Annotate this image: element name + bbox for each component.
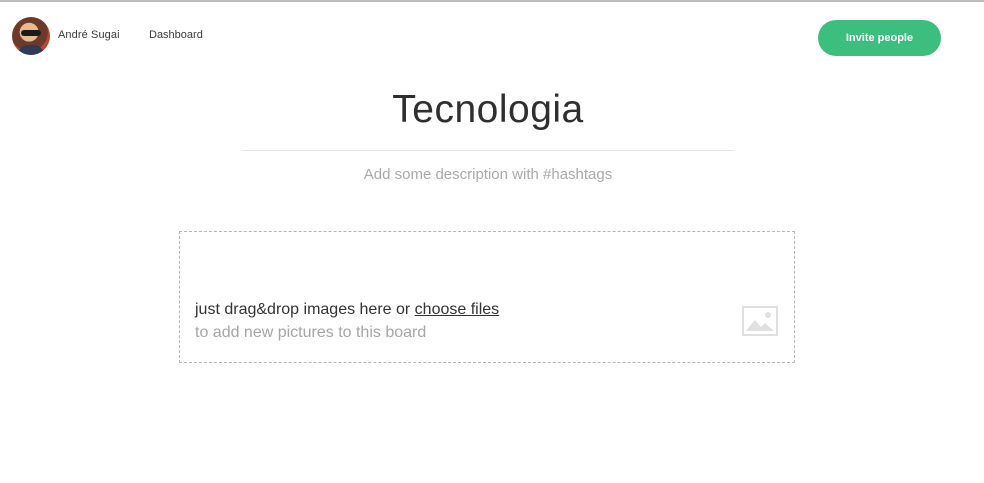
image-icon bbox=[742, 306, 778, 336]
board-description-input[interactable]: Add some description with #hashtags bbox=[242, 166, 734, 183]
dropzone-instruction-text: just drag&drop images here or bbox=[195, 301, 415, 318]
avatar-sunglasses bbox=[21, 30, 41, 36]
avatar[interactable] bbox=[12, 17, 50, 55]
dropzone-instruction: just drag&drop images here or choose fil… bbox=[195, 301, 499, 319]
board-title[interactable]: Tecnologia bbox=[242, 88, 734, 132]
nav-dashboard-link[interactable]: Dashboard bbox=[149, 29, 203, 41]
image-dropzone[interactable]: just drag&drop images here or choose fil… bbox=[179, 231, 795, 363]
choose-files-link[interactable]: choose files bbox=[415, 301, 500, 318]
invite-people-button[interactable]: Invite people bbox=[818, 20, 941, 56]
header: André Sugai Dashboard Invite people bbox=[0, 2, 984, 66]
dropzone-subtext: to add new pictures to this board bbox=[195, 324, 427, 341]
title-divider bbox=[242, 150, 734, 151]
avatar-shirt bbox=[18, 45, 44, 55]
user-name-link[interactable]: André Sugai bbox=[58, 29, 120, 41]
